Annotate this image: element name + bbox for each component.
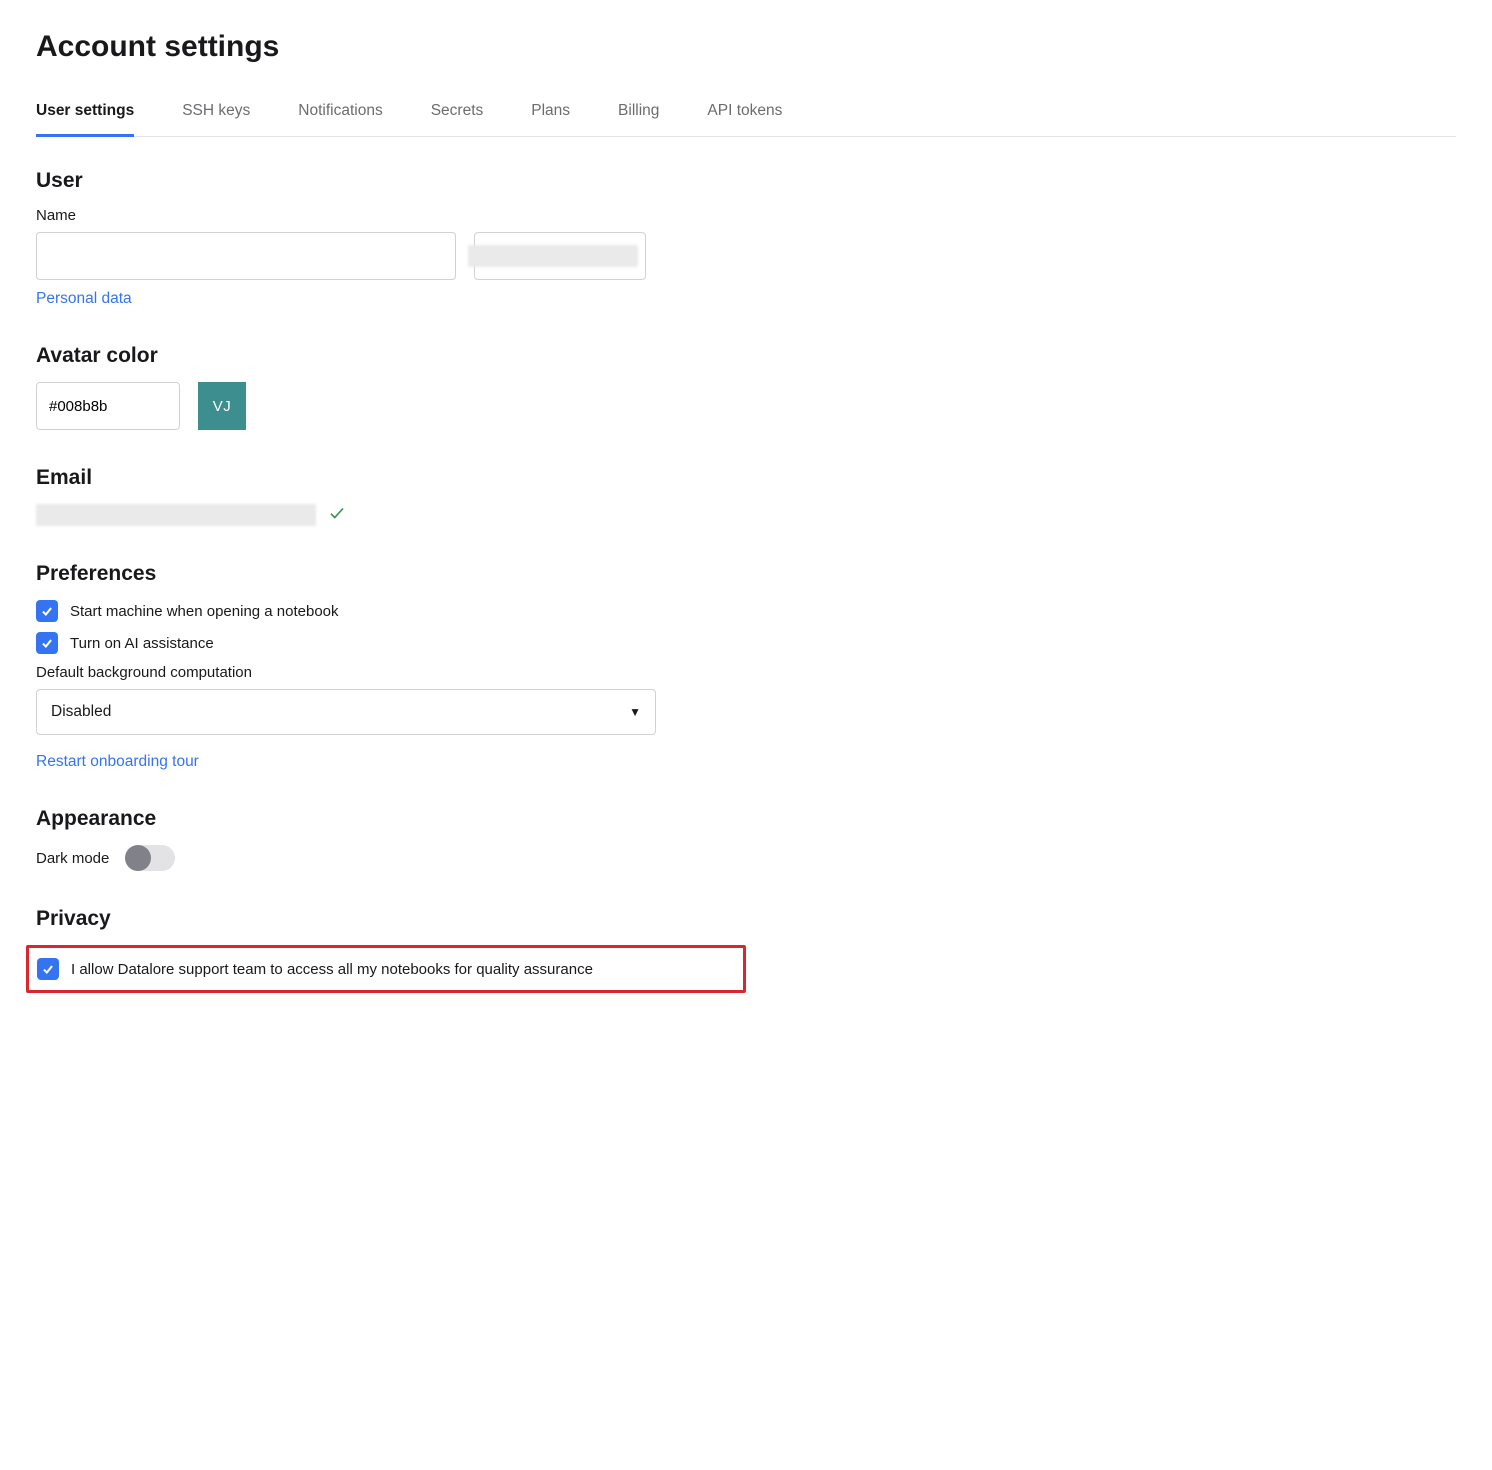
privacy-heading: Privacy bbox=[36, 907, 1456, 931]
start-machine-checkbox[interactable] bbox=[36, 600, 58, 622]
redacted-name bbox=[468, 245, 638, 267]
bg-computation-value: Disabled bbox=[51, 703, 111, 721]
tab-secrets[interactable]: Secrets bbox=[431, 92, 484, 137]
allow-support-label: I allow Datalore support team to access … bbox=[71, 961, 593, 978]
ai-assist-checkbox[interactable] bbox=[36, 632, 58, 654]
privacy-highlight: I allow Datalore support team to access … bbox=[26, 945, 746, 993]
tab-api-tokens[interactable]: API tokens bbox=[707, 92, 782, 137]
restart-tour-link[interactable]: Restart onboarding tour bbox=[36, 753, 199, 771]
tabs: User settings SSH keys Notifications Sec… bbox=[36, 92, 1456, 137]
name-input[interactable] bbox=[36, 232, 456, 280]
redacted-email bbox=[36, 504, 316, 526]
tab-plans[interactable]: Plans bbox=[531, 92, 570, 137]
name-label: Name bbox=[36, 207, 1456, 224]
start-machine-label: Start machine when opening a notebook bbox=[70, 603, 339, 620]
personal-data-link[interactable]: Personal data bbox=[36, 290, 132, 308]
bg-computation-label: Default background computation bbox=[36, 664, 1456, 681]
avatar-swatch: VJ bbox=[198, 382, 246, 430]
chevron-down-icon: ▼ bbox=[629, 705, 641, 719]
email-heading: Email bbox=[36, 466, 1456, 490]
user-heading: User bbox=[36, 169, 1456, 193]
bg-computation-select[interactable]: Disabled ▼ bbox=[36, 689, 656, 735]
allow-support-checkbox[interactable] bbox=[37, 958, 59, 980]
toggle-knob bbox=[125, 845, 151, 871]
avatar-color-input[interactable] bbox=[36, 382, 180, 430]
avatar-heading: Avatar color bbox=[36, 344, 1456, 368]
check-icon bbox=[328, 504, 346, 526]
tab-user-settings[interactable]: User settings bbox=[36, 92, 134, 137]
preferences-heading: Preferences bbox=[36, 562, 1456, 586]
appearance-heading: Appearance bbox=[36, 807, 1456, 831]
dark-mode-label: Dark mode bbox=[36, 850, 109, 867]
tab-ssh-keys[interactable]: SSH keys bbox=[182, 92, 250, 137]
ai-assist-label: Turn on AI assistance bbox=[70, 635, 214, 652]
tab-billing[interactable]: Billing bbox=[618, 92, 659, 137]
dark-mode-toggle[interactable] bbox=[125, 845, 175, 871]
tab-notifications[interactable]: Notifications bbox=[298, 92, 382, 137]
page-title: Account settings bbox=[36, 30, 1456, 64]
